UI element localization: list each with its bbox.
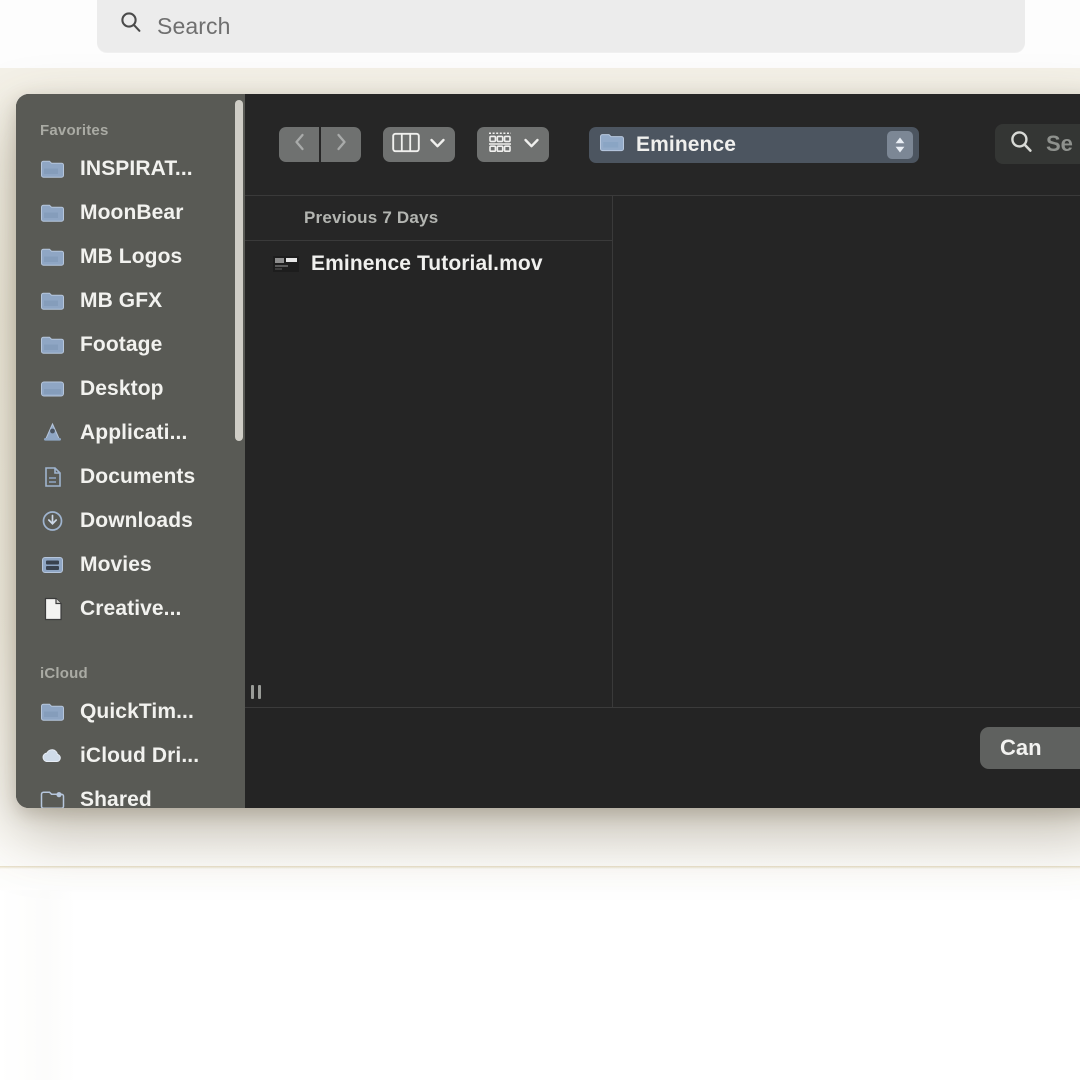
folder-icon [40, 700, 65, 725]
folder-icon [599, 132, 625, 158]
chevron-down-icon [429, 136, 446, 154]
page-background-bottom [0, 890, 1080, 1080]
app-search-placeholder: Search [157, 13, 231, 39]
sidebar-item-mb-gfx[interactable]: MB GFX [16, 279, 245, 323]
sidebar-item-downloads[interactable]: Downloads [16, 499, 245, 543]
movies-icon [40, 553, 65, 578]
sidebar-item-label: Footage [80, 333, 163, 356]
list-item[interactable]: Eminence Tutorial.mov [245, 241, 612, 287]
sidebar-item-label: QuickTim... [80, 700, 194, 723]
view-mode-button[interactable] [383, 127, 455, 162]
cancel-button[interactable]: Can [980, 727, 1080, 769]
sidebar-item-desktop[interactable]: Desktop [16, 367, 245, 411]
sidebar-item-icloud-drive[interactable]: iCloud Dri... [16, 734, 245, 778]
sidebar-item-label: Downloads [80, 509, 193, 532]
forward-button[interactable] [321, 127, 361, 162]
dialog-bottom-bar: Can [245, 707, 1080, 808]
file-group-header-label: Previous 7 Days [304, 208, 439, 227]
sidebar-item-quicktime[interactable]: QuickTim... [16, 690, 245, 734]
chevron-down-icon [523, 136, 540, 154]
resize-handle-icon[interactable] [245, 684, 267, 700]
movie-file-icon [273, 255, 299, 273]
dialog-toolbar: Eminence Se [245, 94, 1080, 196]
sidebar-item-label: MoonBear [80, 201, 184, 224]
screen: Search Favorites INSPIRAT... MoonBear MB… [0, 0, 1080, 1080]
folder-icon [40, 245, 65, 270]
column-view-icon [392, 132, 420, 158]
finder-search-field[interactable]: Se [995, 124, 1080, 164]
sidebar-item-label: Documents [80, 465, 196, 488]
sidebar-item-creative[interactable]: Creative... [16, 587, 245, 631]
list-item-label: Eminence Tutorial.mov [311, 252, 543, 275]
downloads-icon [40, 509, 65, 534]
sidebar-item-footage[interactable]: Footage [16, 323, 245, 367]
sidebar-item-movies[interactable]: Movies [16, 543, 245, 587]
sidebar-item-label: MB GFX [80, 289, 163, 312]
preview-pane [613, 196, 1080, 707]
sidebar: Favorites INSPIRAT... MoonBear MB Logos … [16, 94, 245, 808]
navigation-button-group [279, 127, 361, 162]
dialog-content: Previous 7 Days Eminence Tutorial.mov [245, 196, 1080, 707]
folder-icon [40, 289, 65, 314]
shared-folder-icon [40, 788, 65, 808]
sidebar-item-documents[interactable]: Documents [16, 455, 245, 499]
folder-icon [40, 333, 65, 358]
sidebar-list: Favorites INSPIRAT... MoonBear MB Logos … [16, 94, 245, 808]
back-button[interactable] [279, 127, 319, 162]
sidebar-item-label: iCloud Dri... [80, 744, 200, 767]
page-background-left-edge [0, 890, 76, 1080]
open-file-dialog: Favorites INSPIRAT... MoonBear MB Logos … [16, 94, 1080, 808]
sidebar-item-inspiration[interactable]: INSPIRAT... [16, 147, 245, 191]
sidebar-item-label: Creative... [80, 597, 182, 620]
search-icon [1009, 129, 1034, 159]
search-icon [119, 10, 143, 39]
sidebar-section-header-icloud: iCloud [40, 665, 88, 682]
sidebar-item-label: MB Logos [80, 245, 183, 268]
finder-search-placeholder: Se [1046, 131, 1073, 156]
cancel-button-label: Can [1000, 735, 1042, 760]
sidebar-section-header-favorites: Favorites [40, 122, 109, 139]
sidebar-item-label: Desktop [80, 377, 164, 400]
app-search-bar[interactable]: Search [97, 0, 1025, 52]
folder-icon [40, 201, 65, 226]
sidebar-scrollbar[interactable] [235, 100, 243, 441]
group-by-icon [486, 131, 514, 158]
sidebar-item-applications[interactable]: Applicati... [16, 411, 245, 455]
sidebar-item-label: Applicati... [80, 421, 188, 444]
sidebar-item-mb-logos[interactable]: MB Logos [16, 235, 245, 279]
chevron-left-icon [293, 132, 306, 157]
applications-icon [40, 421, 65, 446]
desktop-folder-icon [40, 377, 65, 402]
up-down-stepper-icon[interactable] [887, 131, 913, 159]
sidebar-item-label: INSPIRAT... [80, 157, 193, 180]
folder-icon [40, 157, 65, 182]
sidebar-item-label: Shared [80, 788, 152, 808]
sidebar-item-shared[interactable]: Shared [16, 778, 245, 808]
file-list-pane: Previous 7 Days Eminence Tutorial.mov [245, 196, 613, 707]
documents-icon [40, 465, 65, 490]
path-popup-label: Eminence [636, 133, 737, 156]
group-by-button[interactable] [477, 127, 549, 162]
path-popup-button[interactable]: Eminence [589, 127, 919, 163]
sidebar-item-moonbear[interactable]: MoonBear [16, 191, 245, 235]
page-background-hairline [0, 866, 1080, 869]
sidebar-item-label: Movies [80, 553, 152, 576]
chevron-right-icon [335, 132, 348, 157]
dialog-main: Eminence Se Previous 7 Days Eminence Tut… [245, 94, 1080, 808]
file-group-header: Previous 7 Days [245, 196, 612, 241]
icloud-icon [40, 744, 65, 769]
document-file-icon [40, 597, 65, 622]
